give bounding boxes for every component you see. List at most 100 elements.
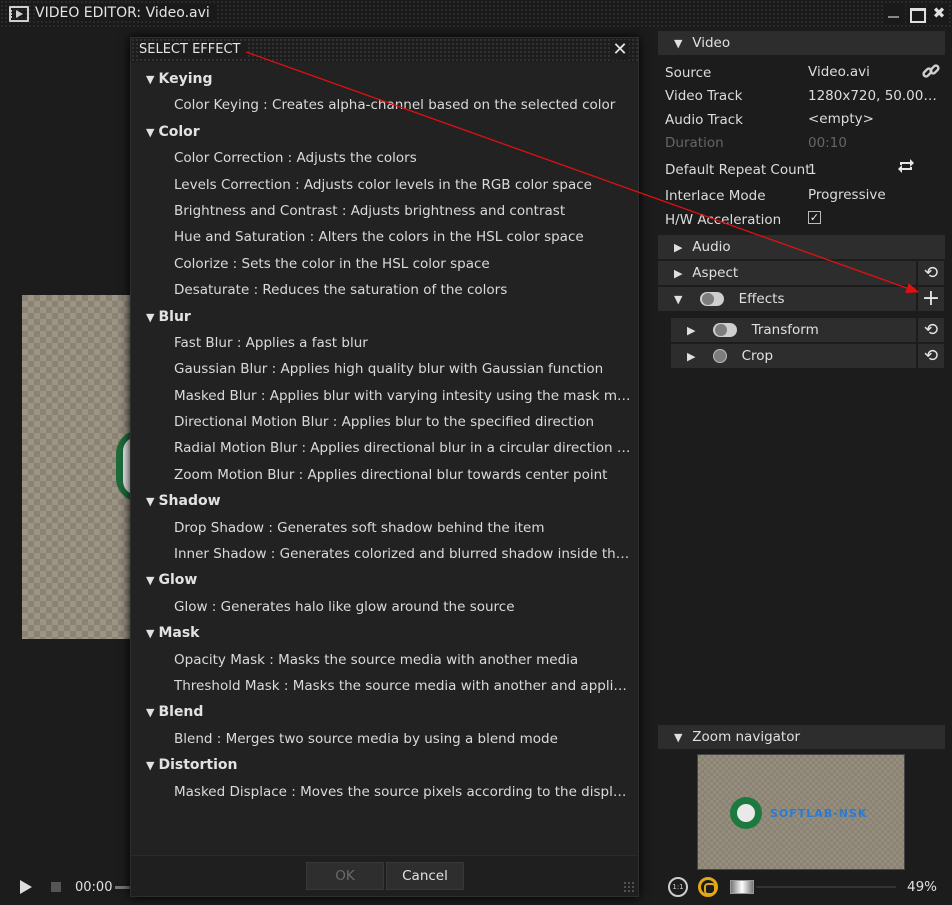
effect-item[interactable]: Drop Shadow : Generates soft shadow behi… <box>139 515 631 541</box>
effect-group-label: Shadow <box>158 493 221 510</box>
cancel-button[interactable]: Cancel <box>386 862 464 890</box>
effect-group-label: Distortion <box>158 757 238 774</box>
effect-item[interactable]: Glow : Generates halo like glow around t… <box>139 594 631 620</box>
collapse-icon: ▼ <box>146 125 155 139</box>
reset-aspect-icon[interactable]: ⟲ <box>918 261 944 285</box>
effects-section-title: Effects <box>738 291 785 307</box>
effect-list: ▼ Keying Color Keying : Creates alpha-chan… <box>139 66 631 805</box>
window-title: VIDEO EDITOR: Video.avi <box>35 5 216 21</box>
ok-button[interactable]: OK <box>306 862 384 890</box>
hw-acceleration-label: H/W Acceleration <box>665 212 782 228</box>
effect-group-label: Glow <box>158 572 198 589</box>
select-effect-dialog: SELECT EFFECT ✕ ▼ Keying Color Keying : Cr… <box>130 37 639 897</box>
crop-toggle-icon[interactable] <box>713 349 728 363</box>
close-window-button[interactable]: ✖ <box>929 3 949 23</box>
video-track-value: 1280x720, 50.00 fp... <box>808 88 940 104</box>
softlab-logo-icon <box>730 797 762 829</box>
duration-label: Duration <box>665 135 724 151</box>
effect-item[interactable]: Color Correction : Adjusts the colors <box>139 145 631 171</box>
crop-label: Crop <box>741 348 774 364</box>
effect-group-blend[interactable]: ▼ Blend <box>139 699 631 725</box>
zoom-actual-size-icon[interactable]: 1:1 <box>668 877 688 897</box>
effect-item[interactable]: Radial Motion Blur : Applies directional… <box>139 435 631 461</box>
minimize-button[interactable] <box>884 3 904 23</box>
effect-item[interactable]: Zoom Motion Blur : Applies directional b… <box>139 462 631 488</box>
collapse-icon: ▼ <box>146 759 155 773</box>
zoom-navigator-header[interactable]: ▼ Zoom navigator <box>658 725 945 749</box>
play-button[interactable] <box>20 880 32 894</box>
audio-track-label: Audio Track <box>665 112 743 128</box>
transform-toggle-icon[interactable] <box>713 323 738 337</box>
effect-item[interactable]: Hue and Saturation : Alters the colors i… <box>139 224 631 250</box>
effect-group-blur[interactable]: ▼ Blur <box>139 304 631 330</box>
effect-item[interactable]: Masked Blur : Applies blur with varying … <box>139 383 631 409</box>
effect-item[interactable]: Inner Shadow : Generates colorized and b… <box>139 541 631 567</box>
reset-transform-icon[interactable]: ⟲ <box>918 318 944 342</box>
expand-right-icon: ▶ <box>674 267 683 280</box>
effect-group-label: Blur <box>158 308 191 325</box>
effect-item[interactable]: Directional Motion Blur : Applies blur t… <box>139 409 631 435</box>
effect-item[interactable]: Colorize : Sets the color in the HSL col… <box>139 251 631 277</box>
video-editor-icon <box>9 6 29 22</box>
expand-down-icon: ▼ <box>674 293 683 306</box>
effect-group-distortion[interactable]: ▼ Distortion <box>139 752 631 778</box>
zoom-select-icon[interactable] <box>698 877 718 897</box>
effect-group-keying[interactable]: ▼ Keying <box>139 66 631 92</box>
dialog-header: SELECT EFFECT ✕ <box>131 38 638 62</box>
repeat-icon[interactable] <box>893 157 919 181</box>
aspect-section-header[interactable]: ▶ Aspect <box>658 261 916 285</box>
effect-item-transform[interactable]: ▶ Transform <box>671 318 916 342</box>
duration-value: 00:10 <box>808 135 847 151</box>
interlace-mode-value[interactable]: Progressive <box>808 187 940 203</box>
effect-group-mask[interactable]: ▼ Mask <box>139 620 631 646</box>
collapse-icon: ▼ <box>146 310 155 324</box>
zoom-navigator-thumbnail[interactable]: SOFTLAB-NSK <box>697 754 905 870</box>
stop-button[interactable] <box>51 882 61 892</box>
audio-track-value[interactable]: <empty> <box>808 111 940 127</box>
expand-right-icon: ▶ <box>687 350 696 363</box>
playback-time: 00:00 <box>75 880 113 895</box>
video-track-label: Video Track <box>665 88 743 104</box>
video-section-header[interactable]: ▼ Video <box>658 31 945 55</box>
effect-group-glow[interactable]: ▼ Glow <box>139 567 631 593</box>
effect-group-label: Keying <box>158 71 213 87</box>
zoom-slider-track[interactable] <box>756 886 896 888</box>
expand-right-icon: ▶ <box>674 241 683 254</box>
effects-section-header[interactable]: ▼ Effects <box>658 287 916 311</box>
effect-item[interactable]: Brightness and Contrast : Adjusts bright… <box>139 198 631 224</box>
effect-item[interactable]: Blend : Merges two source media by using… <box>139 726 631 752</box>
effect-item[interactable]: Masked Displace : Moves the source pixel… <box>139 779 631 805</box>
video-section-title: Video <box>692 35 731 51</box>
audio-section-header[interactable]: ▶ Audio <box>658 235 945 259</box>
effect-item[interactable]: Color Keying : Creates alpha-channel bas… <box>139 92 631 118</box>
transform-label: Transform <box>751 322 819 338</box>
effect-item-crop[interactable]: ▶ Crop <box>671 344 916 368</box>
reset-crop-icon[interactable]: ⟲ <box>918 344 944 368</box>
zoom-navigator-title: Zoom navigator <box>692 729 801 745</box>
repeat-count-value[interactable]: 1 <box>808 162 868 178</box>
dialog-title: SELECT EFFECT <box>139 42 249 57</box>
effect-group-label: Color <box>158 123 200 140</box>
effect-item[interactable]: Opacity Mask : Masks the source media wi… <box>139 647 631 673</box>
effect-item[interactable]: Levels Correction : Adjusts color levels… <box>139 172 631 198</box>
effect-group-label: Blend <box>158 704 204 721</box>
expand-down-icon: ▼ <box>674 37 683 50</box>
effects-toggle-icon[interactable] <box>700 292 725 306</box>
effect-group-color[interactable]: ▼ Color <box>139 119 631 145</box>
effect-group-shadow[interactable]: ▼ Shadow <box>139 488 631 514</box>
effect-item[interactable]: Desaturate : Reduces the saturation of t… <box>139 277 631 303</box>
effect-item[interactable]: Gaussian Blur : Applies high quality blu… <box>139 356 631 382</box>
zoom-slider-handle[interactable] <box>730 880 754 894</box>
add-effect-button[interactable]: + <box>918 287 944 311</box>
expand-down-icon: ▼ <box>674 731 683 744</box>
link-icon[interactable] <box>918 61 944 85</box>
source-label: Source <box>665 65 712 81</box>
effect-item[interactable]: Fast Blur : Applies a fast blur <box>139 330 631 356</box>
zoom-percent: 49% <box>907 879 938 895</box>
effect-item[interactable]: Threshold Mask : Masks the source media … <box>139 673 631 699</box>
softlab-logo-text: SOFTLAB-NSK <box>770 807 868 820</box>
resize-grip-icon[interactable] <box>623 881 635 893</box>
close-dialog-icon[interactable]: ✕ <box>611 40 629 60</box>
maximize-button[interactable] <box>906 3 926 23</box>
hw-acceleration-checkbox[interactable]: ✓ <box>808 211 821 224</box>
